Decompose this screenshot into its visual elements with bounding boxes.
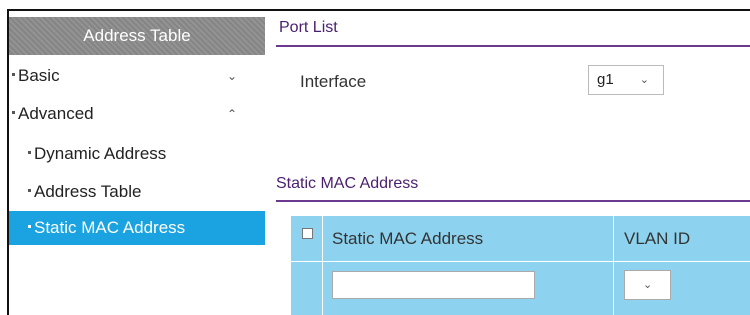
sidebar-item-basic[interactable]: Basic ⌄	[9, 59, 265, 93]
static-mac-divider	[276, 200, 750, 202]
sidebar: Address Table Basic ⌄ Advanced ⌃ Dynamic…	[9, 11, 265, 315]
sidebar-item-label: Static MAC Address	[34, 218, 186, 237]
interface-select-value: g1	[597, 71, 614, 88]
sidebar-item-address-table[interactable]: Address Table	[9, 175, 265, 209]
row-divider	[291, 261, 750, 262]
select-all-checkbox[interactable]	[302, 228, 313, 239]
sidebar-item-label: Dynamic Address	[34, 144, 167, 163]
column-divider	[613, 216, 614, 315]
bullet-icon	[28, 189, 31, 193]
chevron-up-icon[interactable]: ⌃	[227, 97, 237, 131]
port-list-divider	[276, 45, 750, 47]
mac-address-input[interactable]	[332, 271, 535, 299]
sidebar-item-label: Address Table	[34, 182, 142, 201]
interface-select[interactable]: g1 ⌄	[588, 65, 664, 95]
vlan-id-select[interactable]: ⌄	[624, 270, 671, 300]
chevron-down-icon: ⌄	[639, 74, 649, 86]
bullet-icon	[28, 151, 31, 155]
chevron-down-icon[interactable]: ⌄	[227, 59, 237, 93]
sidebar-item-label: Advanced	[18, 104, 94, 123]
sidebar-header: Address Table	[9, 17, 265, 55]
sidebar-item-static-mac-address[interactable]: Static MAC Address	[9, 211, 265, 245]
bullet-icon	[28, 225, 31, 229]
sidebar-item-advanced[interactable]: Advanced ⌃	[9, 97, 265, 131]
static-mac-title: Static MAC Address	[276, 175, 419, 192]
column-header-static-mac-address: Static MAC Address	[332, 229, 484, 248]
column-header-vlan-id: VLAN ID	[624, 229, 691, 248]
main-content: Port List Interface g1 ⌄ Static MAC Addr…	[276, 11, 750, 315]
bullet-icon	[12, 73, 15, 77]
interface-label: Interface	[300, 72, 367, 91]
static-mac-table: Static MAC Address VLAN ID ⌄	[291, 216, 750, 315]
port-list-title: Port List	[279, 19, 338, 36]
column-divider	[322, 216, 323, 315]
select-column	[291, 216, 322, 315]
chevron-down-icon: ⌄	[643, 279, 653, 291]
sidebar-item-label: Basic	[18, 66, 60, 85]
bullet-icon	[12, 111, 15, 115]
sidebar-item-dynamic-address[interactable]: Dynamic Address	[9, 137, 265, 171]
